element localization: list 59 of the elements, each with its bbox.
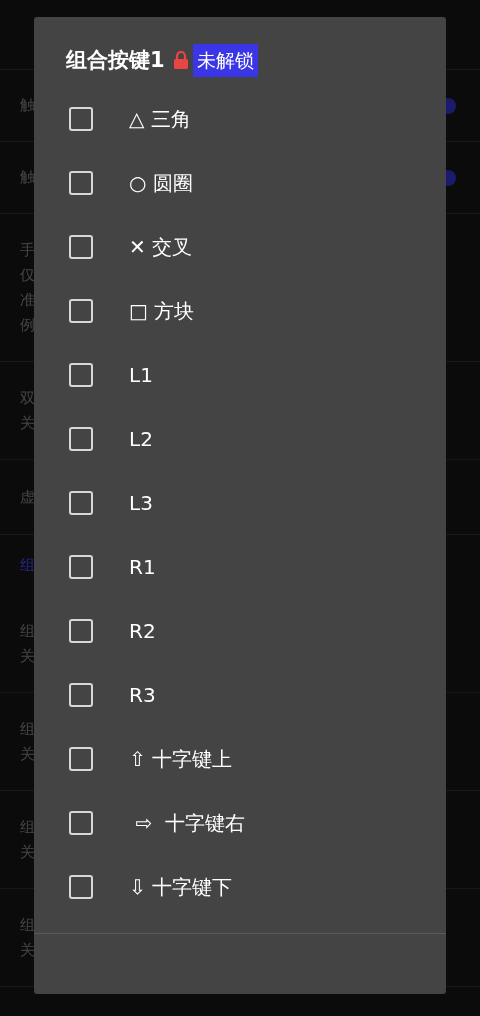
checkbox[interactable] — [69, 106, 93, 131]
checkbox[interactable] — [69, 874, 93, 899]
option-label: ⇧ 十字键上 — [129, 745, 233, 773]
setting-text: 关 — [20, 939, 35, 961]
checkbox[interactable] — [69, 234, 93, 259]
checkbox[interactable] — [69, 490, 93, 515]
checkbox[interactable] — [69, 298, 93, 323]
checkbox[interactable] — [69, 810, 93, 835]
option-row[interactable]: ✕ 交叉 — [34, 214, 446, 279]
option-label: R1 — [129, 553, 156, 581]
option-label: R2 — [129, 617, 156, 645]
checkbox[interactable] — [69, 618, 93, 643]
option-row[interactable]: ⇩ 十字键下 — [34, 854, 446, 919]
setting-text: 关 — [20, 412, 35, 434]
option-row[interactable]: ⇨ 十字键右 — [34, 790, 446, 855]
option-row[interactable]: L1 — [34, 342, 446, 407]
setting-text: 组 — [20, 816, 35, 838]
setting-text: 例 — [20, 314, 35, 336]
checkbox[interactable] — [69, 554, 93, 579]
checkbox[interactable] — [69, 426, 93, 451]
setting-text: 双 — [20, 387, 35, 409]
setting-text: 关 — [20, 743, 35, 765]
setting-text: 触 — [20, 95, 35, 116]
option-row[interactable]: R1 — [34, 534, 446, 599]
setting-text: 关 — [20, 841, 35, 863]
option-row[interactable]: L2 — [34, 406, 446, 471]
option-label: ○ 圆圈 — [129, 169, 193, 197]
setting-text: 关 — [20, 645, 35, 667]
option-label: △ 三角 — [129, 105, 191, 133]
option-row[interactable]: ⇧ 十字键上 — [34, 726, 446, 791]
option-row[interactable]: □ 方块 — [34, 278, 446, 343]
checkbox[interactable] — [69, 746, 93, 771]
setting-text: 仅 — [20, 264, 35, 286]
option-row[interactable]: R3 — [34, 662, 446, 727]
checkbox[interactable] — [69, 170, 93, 195]
status-badge: 未解锁 — [192, 44, 258, 77]
dialog-title: 组合按键1 — [66, 46, 165, 74]
option-label: ⇩ 十字键下 — [129, 873, 233, 901]
setting-text: 虚 — [20, 486, 35, 508]
setting-text: 准 — [20, 289, 35, 311]
option-label: L2 — [129, 425, 153, 453]
option-row[interactable]: △ 三角 — [34, 86, 446, 151]
checkbox[interactable] — [69, 362, 93, 387]
setting-text: 组 — [20, 914, 35, 936]
option-row[interactable]: ○ 圆圈 — [34, 150, 446, 215]
setting-text: 触 — [20, 167, 35, 188]
setting-text: 组 — [20, 620, 35, 642]
option-label: □ 方块 — [129, 297, 195, 325]
section-header: 组 — [20, 554, 35, 576]
option-label: ⇨ 十字键右 — [134, 809, 245, 837]
option-row[interactable]: L3 — [34, 470, 446, 535]
option-label: L3 — [129, 489, 153, 517]
checkbox[interactable] — [69, 682, 93, 707]
option-label: L1 — [129, 361, 153, 389]
setting-text: 组 — [20, 718, 35, 740]
option-label: ✕ 交叉 — [129, 233, 193, 261]
setting-text: 手 — [20, 239, 35, 261]
option-row[interactable]: R2 — [34, 598, 446, 663]
option-label: R3 — [129, 681, 156, 709]
